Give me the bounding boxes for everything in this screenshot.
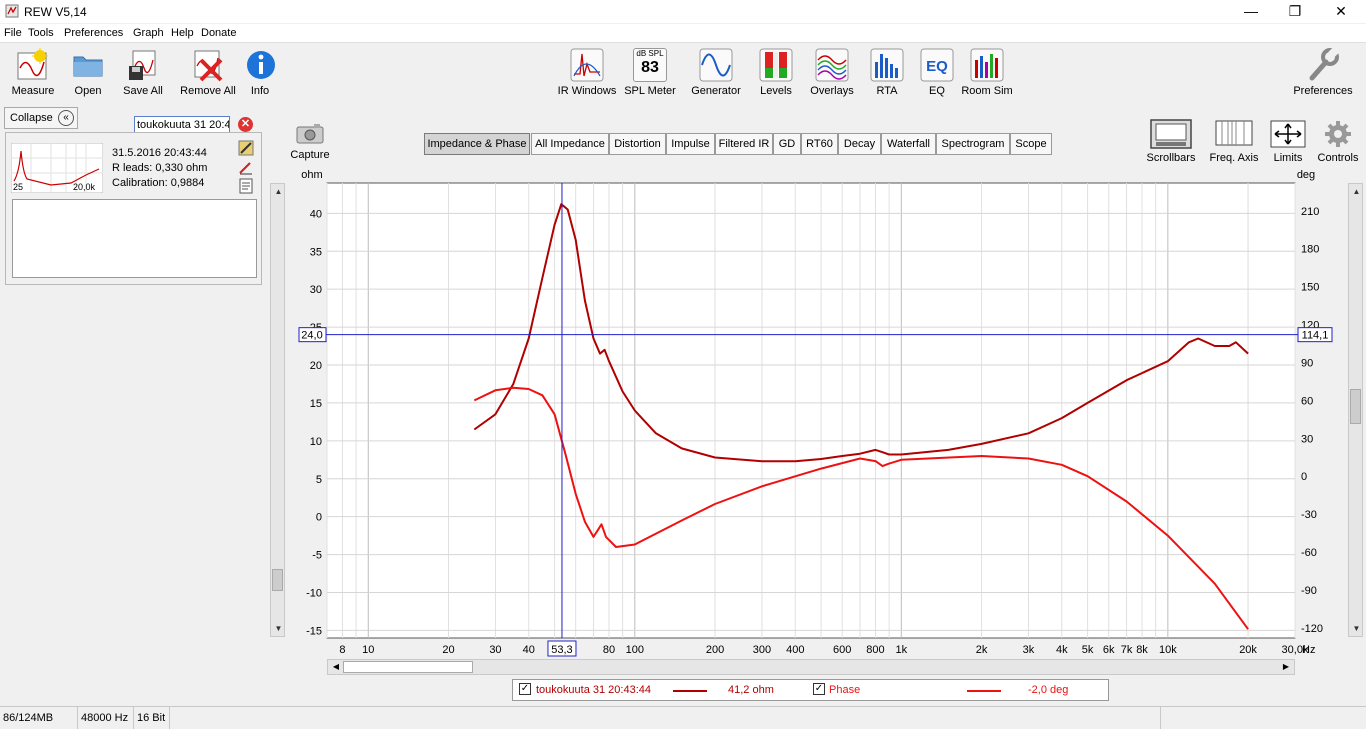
y-right-tick-label: 150 [1301, 282, 1319, 294]
y-right-tick-label: 30 [1301, 433, 1313, 445]
y-right-unit-label: deg [1297, 169, 1315, 181]
scroll-left-arrow-icon[interactable]: ◀ [330, 660, 342, 674]
y-left-tick-label: -5 [312, 550, 322, 562]
y-left-tick-label: 10 [310, 436, 322, 448]
x-tick-label: 3k [1023, 644, 1035, 656]
x-unit-label: Hz [1302, 644, 1315, 656]
scroll-right-arrow-icon[interactable]: ▶ [1280, 660, 1292, 674]
x-tick-label: 6k [1103, 644, 1115, 656]
y-left-tick-label: -10 [306, 588, 322, 600]
x-tick-label: 2k [976, 644, 988, 656]
x-tick-label: 20k [1239, 644, 1257, 656]
y-right-tick-label: -60 [1301, 547, 1317, 559]
y-right-tick-label: 0 [1301, 471, 1307, 483]
status-memory: 86/124MB [0, 707, 78, 729]
x-tick-label: 80 [603, 644, 615, 656]
chart-legend: ✓ toukokuuta 31 20:43:44 41,2 ohm ✓ Phas… [512, 679, 1109, 701]
status-sample-rate: 48000 Hz [78, 707, 134, 729]
y-right-tick-label: 60 [1301, 395, 1313, 407]
x-tick-label: 8k [1136, 644, 1148, 656]
y-right-tick-label: 90 [1301, 357, 1313, 369]
x-tick-label: 800 [866, 644, 884, 656]
cursor-left-readout: 24,0 [301, 330, 322, 342]
cursor-x-readout: 53,3 [551, 644, 572, 656]
legend-series2-name: Phase [829, 684, 861, 696]
y-left-tick-label: 35 [310, 246, 322, 258]
x-tick-label: 600 [833, 644, 851, 656]
series2-checkbox[interactable]: ✓ [813, 683, 825, 695]
legend-series1-name: toukokuuta 31 20:43:44 [536, 684, 651, 696]
x-tick-label: 5k [1082, 644, 1094, 656]
x-tick-label: 10k [1159, 644, 1177, 656]
x-tick-label: 100 [626, 644, 644, 656]
legend-series1-swatch [673, 690, 707, 692]
series1-checkbox[interactable]: ✓ [519, 683, 531, 695]
y-left-tick-label: 40 [310, 208, 322, 220]
impedance-phase-chart[interactable]: 4035302520151050-5-10-152101801501209060… [0, 0, 1366, 728]
x-tick-label: 1k [896, 644, 908, 656]
legend-series1-value: 41,2 ohm [728, 684, 774, 696]
horizontal-scrollbar[interactable]: ◀ ▶ [327, 659, 1295, 675]
legend-series2-value: -2,0 deg [1028, 684, 1069, 696]
y-left-tick-label: -15 [306, 625, 322, 637]
y-right-tick-label: -30 [1301, 509, 1317, 521]
x-tick-label: 30 [489, 644, 501, 656]
x-tick-label: 8 [339, 644, 345, 656]
x-tick-label: 200 [706, 644, 724, 656]
y-right-tick-label: 210 [1301, 206, 1319, 218]
status-empty-field [1160, 707, 1366, 729]
y-left-tick-label: 15 [310, 398, 322, 410]
y-right-tick-label: 180 [1301, 244, 1319, 256]
y-left-tick-label: 30 [310, 284, 322, 296]
y-right-tick-label: -90 [1301, 585, 1317, 597]
x-tick-label: 20 [442, 644, 454, 656]
x-tick-label: 4k [1056, 644, 1068, 656]
status-bar: 86/124MB 48000 Hz 16 Bit [0, 706, 1366, 729]
x-tick-label: 40 [523, 644, 535, 656]
x-tick-label: 300 [753, 644, 771, 656]
legend-series2-swatch [967, 690, 1001, 692]
status-bit-depth: 16 Bit [134, 707, 170, 729]
x-tick-label: 7k [1121, 644, 1133, 656]
y-right-tick-label: -120 [1301, 623, 1323, 635]
y-left-tick-label: 5 [316, 474, 322, 486]
cursor-right-readout: 114,1 [1302, 330, 1329, 342]
x-tick-label: 10 [362, 644, 374, 656]
x-tick-label: 400 [786, 644, 804, 656]
y-left-tick-label: 0 [316, 512, 322, 524]
horizontal-scroll-thumb[interactable] [343, 661, 473, 673]
y-left-unit-label: ohm [301, 169, 322, 181]
y-left-tick-label: 20 [310, 360, 322, 372]
